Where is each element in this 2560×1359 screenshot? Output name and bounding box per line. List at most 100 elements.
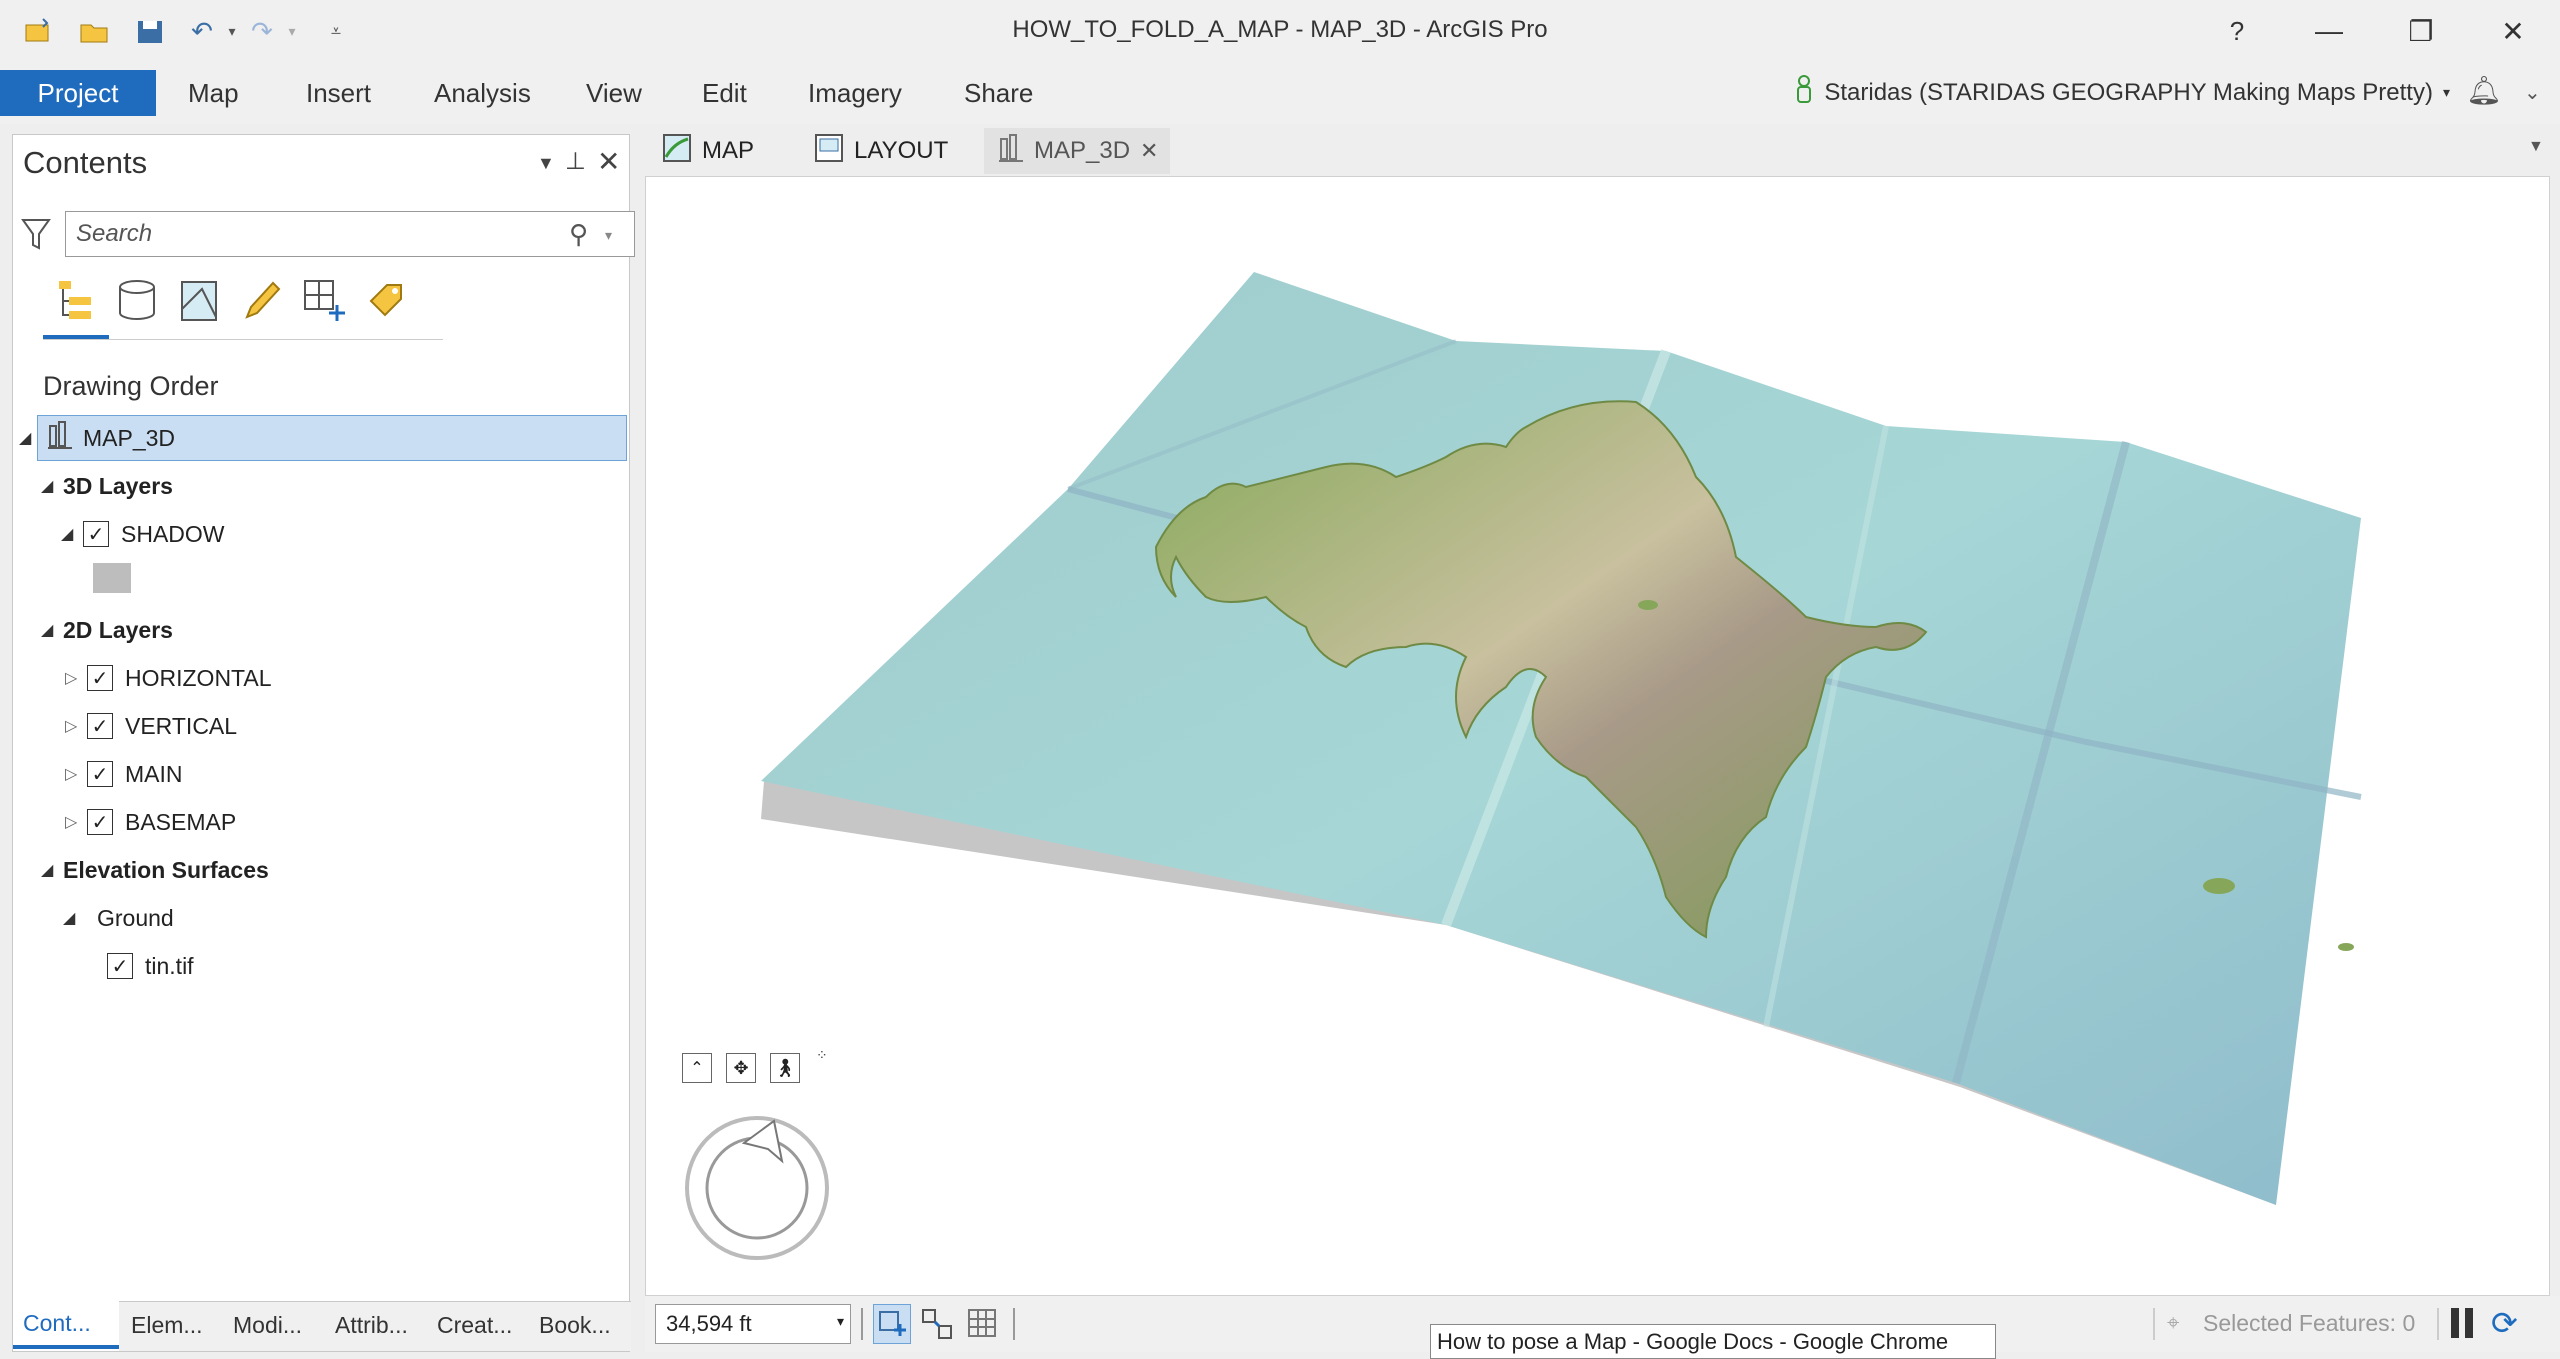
scene-view[interactable]: ⌃ ✥ 🚶︎ ⁘ — [645, 176, 2550, 1296]
window-tooltip: How to pose a Map - Google Docs - Google… — [1430, 1324, 1996, 1359]
collapse-icon[interactable]: ◢ — [63, 908, 97, 928]
layer-checkbox[interactable]: ✓ — [87, 761, 113, 787]
minimize-button[interactable]: — — [2284, 8, 2374, 54]
tree-item-horizontal[interactable]: ▷ ✓ HORIZONTAL — [65, 655, 272, 701]
tab-map3d-view[interactable]: MAP_3D ✕ — [984, 128, 1170, 174]
grid-icon[interactable] — [967, 1308, 997, 1343]
tree-item-elevation-surfaces[interactable]: ◢ Elevation Surfaces — [41, 847, 269, 893]
layout-view-icon — [814, 133, 844, 170]
tab-share[interactable]: Share — [946, 70, 1051, 116]
expand-icon[interactable]: ▷ — [65, 812, 87, 832]
collapse-icon[interactable]: ◢ — [41, 476, 63, 496]
tree-item-map3d[interactable]: ◢ MAP_3D — [13, 415, 629, 461]
islet — [2203, 878, 2235, 894]
search-icon[interactable]: ⚲ — [569, 219, 588, 250]
islet — [1638, 600, 1658, 610]
expand-icon[interactable]: ▷ — [65, 668, 87, 688]
selected-features-text[interactable]: Selected Features: 0 — [2203, 1310, 2415, 1337]
islet — [2338, 943, 2354, 951]
snapping-view-icon[interactable] — [299, 275, 351, 327]
refresh-icon[interactable]: ⟳ — [2491, 1304, 2518, 1342]
pane-tab-bookmarks[interactable]: Book... — [539, 1301, 611, 1349]
tab-view[interactable]: View — [568, 70, 660, 116]
ribbon-collapse-icon[interactable]: ⌄ — [2524, 80, 2541, 105]
contents-title: Contents — [23, 145, 148, 180]
close-button[interactable]: ✕ — [2468, 8, 2558, 54]
layer-checkbox[interactable]: ✓ — [83, 521, 109, 547]
pause-drawing-icon[interactable] — [2451, 1308, 2475, 1338]
close-tab-icon[interactable]: ✕ — [1140, 138, 1158, 164]
tab-project[interactable]: Project — [0, 70, 156, 116]
snapping-toggle-icon[interactable] — [873, 1304, 911, 1344]
navigator-ring[interactable] — [682, 1113, 832, 1268]
tree-item-3d-layers[interactable]: ◢ 3D Layers — [41, 463, 173, 509]
tree-item-tin[interactable]: ✓ tin.tif — [107, 943, 194, 989]
pane-tab-element[interactable]: Elem... — [131, 1301, 203, 1349]
notification-bell-icon[interactable]: 🔔︎ — [2466, 74, 2502, 107]
editing-view-icon[interactable] — [235, 275, 287, 327]
group-label-3d-layers: 3D Layers — [63, 472, 173, 499]
search-options-icon[interactable]: ▾ — [605, 227, 612, 244]
tree-item-2d-layers[interactable]: ◢ 2D Layers — [41, 607, 173, 653]
pane-options-icon[interactable]: ▼ — [537, 153, 555, 174]
tab-edit[interactable]: Edit — [684, 70, 765, 116]
grid-snap-icon[interactable] — [921, 1308, 953, 1345]
tab-map3d-label: MAP_3D — [1034, 137, 1131, 164]
data-source-icon[interactable] — [111, 275, 163, 327]
tree-item-shadow[interactable]: ◢ ✓ SHADOW — [61, 511, 225, 557]
user-account[interactable]: Staridas (STARIDAS GEOGRAPHY Making Maps… — [1794, 74, 2450, 111]
shadow-symbol-swatch[interactable] — [93, 563, 131, 593]
pan-icon[interactable]: ✥ — [726, 1053, 756, 1083]
pin-icon[interactable]: ⊥ — [565, 147, 586, 176]
selection-icon[interactable]: ⌖ — [2167, 1310, 2179, 1336]
layer-checkbox[interactable]: ✓ — [87, 665, 113, 691]
tree-item-basemap[interactable]: ▷ ✓ BASEMAP — [65, 799, 236, 845]
tab-map-label: MAP — [702, 137, 755, 164]
collapse-icon[interactable]: ◢ — [41, 860, 63, 880]
user-name: Staridas (STARIDAS GEOGRAPHY Making Maps… — [1824, 78, 2433, 106]
tab-map-view[interactable]: MAP — [648, 128, 768, 174]
pane-tab-modify[interactable]: Modi... — [233, 1301, 302, 1349]
tab-imagery[interactable]: Imagery — [790, 70, 920, 116]
scale-input[interactable]: 34,594 ft ▾ — [655, 1304, 851, 1344]
drawing-order-icon[interactable] — [47, 275, 99, 327]
divider — [2153, 1308, 2155, 1340]
expand-icon[interactable]: ▷ — [65, 716, 87, 736]
selection-view-icon[interactable] — [173, 275, 225, 327]
pane-tab-attributes[interactable]: Attrib... — [335, 1301, 408, 1349]
window-title: HOW_TO_FOLD_A_MAP - MAP_3D - ArcGIS Pro — [1012, 16, 1548, 43]
layer-checkbox[interactable]: ✓ — [107, 953, 133, 979]
tree-item-ground[interactable]: ◢ Ground — [63, 895, 174, 941]
labeling-view-icon[interactable] — [361, 275, 413, 327]
user-icon — [1794, 74, 1814, 111]
divider — [2437, 1308, 2439, 1340]
tree-item-main[interactable]: ▷ ✓ MAIN — [65, 751, 183, 797]
tab-insert[interactable]: Insert — [288, 70, 389, 116]
pane-tab-contents[interactable]: Cont... — [13, 1301, 119, 1349]
tree-item-vertical[interactable]: ▷ ✓ VERTICAL — [65, 703, 237, 749]
navigator-collapse-icon[interactable]: ⌃ — [682, 1053, 712, 1083]
user-dropdown-icon[interactable]: ▾ — [2443, 84, 2450, 101]
expand-icon[interactable]: ▷ — [65, 764, 87, 784]
scale-dropdown-icon[interactable]: ▾ — [837, 1313, 844, 1330]
pane-tab-create[interactable]: Creat... — [437, 1301, 512, 1349]
tab-list-icon[interactable]: ▼ — [2528, 138, 2544, 156]
collapse-icon[interactable]: ◢ — [41, 620, 63, 640]
first-person-icon[interactable]: 🚶︎ — [770, 1053, 800, 1083]
close-pane-icon[interactable]: ✕ — [597, 145, 620, 178]
layer-checkbox[interactable]: ✓ — [87, 809, 113, 835]
tab-map[interactable]: Map — [170, 70, 257, 116]
layer-checkbox[interactable]: ✓ — [87, 713, 113, 739]
view-tabs: MAP LAYOUT MAP_3D ✕ ▼ — [640, 128, 2560, 174]
folded-map-scene[interactable] — [646, 177, 2550, 1296]
scene-view-icon — [998, 133, 1024, 170]
search-input[interactable]: Search — [65, 211, 635, 257]
navigator-options-icon[interactable]: ⁘ — [816, 1047, 828, 1064]
restore-button[interactable]: ❐ — [2376, 8, 2466, 54]
tab-layout-view[interactable]: LAYOUT — [800, 128, 962, 174]
help-button[interactable]: ? — [2192, 8, 2282, 54]
collapse-icon[interactable]: ◢ — [61, 524, 83, 544]
tab-analysis[interactable]: Analysis — [416, 70, 549, 116]
group-label-elevation: Elevation Surfaces — [63, 856, 269, 883]
filter-icon[interactable] — [21, 217, 51, 256]
